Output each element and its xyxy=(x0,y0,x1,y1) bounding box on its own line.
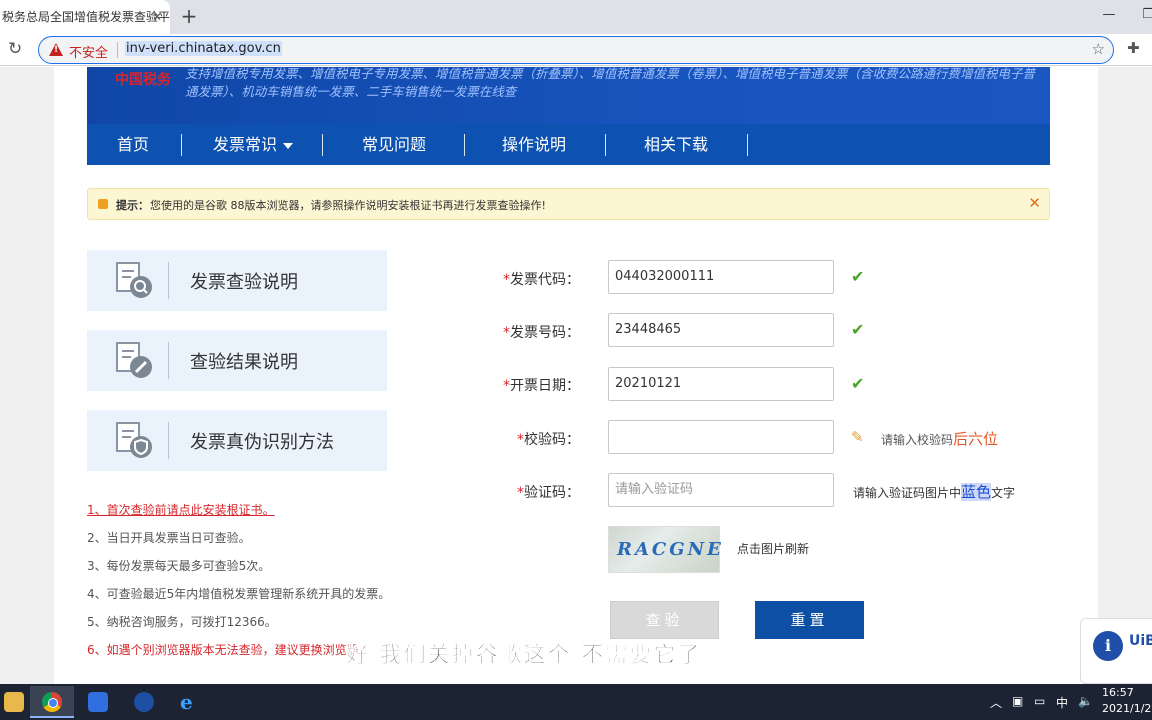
card-divider xyxy=(168,342,169,379)
nav-divider xyxy=(747,134,748,156)
nav-faq[interactable]: 常见问题 xyxy=(349,124,439,165)
uibot-icon xyxy=(134,692,154,712)
nav-invoice-knowledge[interactable]: 发票常识 xyxy=(203,124,303,165)
tray-expand-icon[interactable]: ︿ xyxy=(990,694,1002,711)
tip-item: 4、可查验最近5年内增值税发票管理新系统开具的发票。 xyxy=(87,587,391,601)
nav-divider xyxy=(181,134,182,156)
taskbar-ie[interactable]: e xyxy=(168,686,212,718)
document-shield-icon xyxy=(116,422,152,458)
page-content: 中国税务 支持增值税专用发票、增值税电子专用发票、增值税普通发票（折叠票）、增值… xyxy=(54,66,1098,684)
tip-item: 6、如遇个别浏览器版本无法查验，建议更换浏览器。 xyxy=(87,643,371,657)
tab-title: 税务总局全国增值税发票查验平台 xyxy=(2,10,170,24)
captcha-hint: 请输入验证码图片中蓝色文字 xyxy=(853,483,1016,501)
clock-time: 16:57 xyxy=(1102,686,1134,699)
uibot-label: UiB xyxy=(1129,633,1152,649)
card-label: 发票真伪识别方法 xyxy=(190,432,334,453)
document-edit-icon xyxy=(116,342,152,378)
notice-label: 提示： xyxy=(116,199,149,212)
wps-icon xyxy=(88,692,108,712)
invoice-date-label: *开票日期： xyxy=(503,378,580,394)
banner-text: 支持增值税专用发票、增值税电子专用发票、增值税普通发票（折叠票）、增值税普通发票… xyxy=(185,66,1036,99)
ime-indicator[interactable]: 中 xyxy=(1056,694,1068,711)
document-search-icon xyxy=(116,262,152,298)
tip-item: 3、每份发票每天最多可查验5次。 xyxy=(87,559,271,573)
invoice-code-label: *发票代码： xyxy=(503,272,580,288)
pencil-icon: ✎ xyxy=(851,428,864,446)
reset-button[interactable]: 重置 xyxy=(755,601,864,639)
invoice-code-input[interactable]: 044032000111 xyxy=(608,260,834,294)
main-nav: 首页 发票常识 常见问题 操作说明 相关下载 xyxy=(87,124,1050,165)
address-bar[interactable]: 不安全 inv-veri.chinatax.gov.cn ☆ xyxy=(38,36,1114,64)
volume-icon[interactable]: 🔈 xyxy=(1078,694,1093,708)
nav-home[interactable]: 首页 xyxy=(105,124,161,165)
reload-icon[interactable]: ↻ xyxy=(8,38,28,60)
taskbar: e ︿ ▣ ▭ 中 🔈 16:57 2021/1/2 xyxy=(0,684,1152,720)
taskbar-uibot[interactable] xyxy=(122,686,166,718)
site-banner: 中国税务 支持增值税专用发票、增值税电子专用发票、增值税普通发票（折叠票）、增值… xyxy=(87,66,1050,124)
tab-close-icon[interactable]: ✕ xyxy=(150,10,164,24)
close-icon[interactable]: ✕ xyxy=(1028,194,1041,212)
nav-divider xyxy=(322,134,323,156)
invoice-date-input[interactable]: 20210121 xyxy=(608,367,834,401)
notice-bar: 提示： 您使用的是谷歌 88版本浏览器，请参照操作说明安装根证书再进行发票查验操… xyxy=(87,188,1050,220)
nav-divider xyxy=(464,134,465,156)
tab-strip: 税务总局全国增值税发票查验平台 ✕ + — ❐ xyxy=(0,0,1152,34)
speaker-icon xyxy=(98,199,108,209)
invoice-number-label: *发票号码： xyxy=(503,325,580,341)
invoice-number-input[interactable]: 23448465 xyxy=(608,313,834,347)
query-button[interactable]: 查验 xyxy=(610,601,719,639)
network-icon[interactable]: ▣ xyxy=(1012,694,1023,708)
card-query-guide[interactable]: 发票查验说明 xyxy=(87,250,387,311)
card-authenticity[interactable]: 发票真伪识别方法 xyxy=(87,410,387,471)
clock[interactable]: 16:57 2021/1/2 xyxy=(1102,685,1151,717)
insecure-label[interactable]: 不安全 xyxy=(69,42,108,61)
captcha-input[interactable]: 请输入验证码 xyxy=(608,473,834,507)
nav-divider xyxy=(605,134,606,156)
taskbar-wps[interactable] xyxy=(76,686,120,718)
clock-date: 2021/1/2 xyxy=(1102,702,1152,715)
video-subtitle: 好 我们关掉谷歌这个 不需要它了 xyxy=(346,642,702,669)
check-code-label: *校验码： xyxy=(517,432,580,448)
ie-icon: e xyxy=(180,690,193,714)
check-icon: ✔ xyxy=(851,320,865,339)
maximize-button[interactable]: ❐ xyxy=(1136,4,1152,26)
captcha-image[interactable]: RACGNE xyxy=(608,526,721,573)
taskbar-chrome[interactable] xyxy=(30,686,74,718)
chevron-down-icon xyxy=(283,142,293,149)
browser-toolbar: ↻ 不安全 inv-veri.chinatax.gov.cn ☆ xyxy=(0,34,1152,66)
captcha-refresh-hint: 点击图片刷新 xyxy=(737,542,810,556)
card-label: 查验结果说明 xyxy=(190,352,298,373)
nav-downloads[interactable]: 相关下载 xyxy=(631,124,721,165)
bookmark-star-icon[interactable]: ☆ xyxy=(1092,40,1105,58)
tip-item: 2、当日开具发票当日可查验。 xyxy=(87,531,251,545)
url-text[interactable]: inv-veri.chinatax.gov.cn xyxy=(125,41,282,56)
minimize-button[interactable]: — xyxy=(1097,4,1121,26)
card-result-guide[interactable]: 查验结果说明 xyxy=(87,330,387,391)
check-code-input[interactable] xyxy=(608,420,834,454)
captcha-label: *验证码： xyxy=(517,485,580,501)
warning-icon xyxy=(49,43,63,56)
card-divider xyxy=(168,262,169,299)
notice-text: 您使用的是谷歌 88版本浏览器，请参照操作说明安装根证书再进行发票查验操作! xyxy=(150,199,546,212)
browser-tab[interactable]: 税务总局全国增值税发票查验平台 ✕ xyxy=(0,0,170,34)
new-tab-button[interactable]: + xyxy=(178,5,200,27)
info-icon: i xyxy=(1093,631,1123,661)
chrome-icon xyxy=(42,692,62,712)
web-page: 中国税务 支持增值税专用发票、增值税电子专用发票、增值税普通发票（折叠票）、增值… xyxy=(0,66,1152,684)
check-icon: ✔ xyxy=(851,374,865,393)
battery-icon[interactable]: ▭ xyxy=(1034,694,1045,708)
nav-instructions[interactable]: 操作说明 xyxy=(489,124,579,165)
extensions-icon[interactable]: ✚ xyxy=(1127,39,1140,57)
check-icon: ✔ xyxy=(851,267,865,286)
site-logo: 中国税务 xyxy=(115,72,171,88)
tip-item: 5、纳税咨询服务，可拨打12366。 xyxy=(87,615,277,629)
nav-invoice-knowledge-label: 发票常识 xyxy=(212,135,277,154)
uibot-popup[interactable]: i UiB xyxy=(1080,618,1152,684)
folder-icon xyxy=(4,692,24,712)
card-divider xyxy=(168,422,169,459)
tip-install-cert[interactable]: 1、首次查验前请点此安装根证书。 xyxy=(87,501,275,518)
card-label: 发票查验说明 xyxy=(190,272,298,293)
check-code-hint: 请输入校验码后六位 xyxy=(881,430,999,448)
omnibox-divider xyxy=(117,42,118,58)
